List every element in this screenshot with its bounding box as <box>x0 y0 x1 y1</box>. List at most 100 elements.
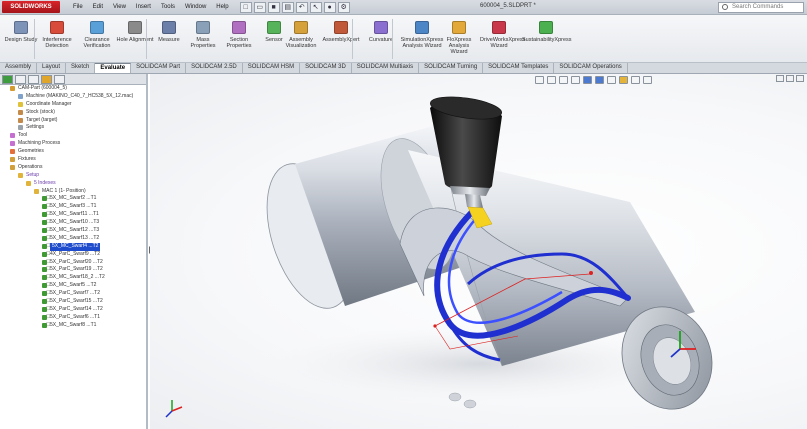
tab-solidcam-turning[interactable]: SOLIDCAM Turning <box>419 63 484 73</box>
tree-item-label: 5X_MC_Swarf10 ...T3 <box>50 219 100 226</box>
curvature-button[interactable]: Curvature <box>362 19 400 61</box>
sustain-icon <box>539 21 553 34</box>
select-icon[interactable]: ↖ <box>309 1 322 13</box>
tree-item[interactable]: Machine (MAKINO_C40_7_HC538_5X_12.mac) <box>0 93 146 101</box>
tree-item[interactable]: Fixtures <box>0 156 146 164</box>
tree-item[interactable]: 5 Indexes <box>0 180 146 188</box>
tree-item-label: Settings <box>26 124 45 131</box>
menu-help[interactable]: Help <box>211 4 233 10</box>
menu-insert[interactable]: Insert <box>131 4 156 10</box>
interference-detection-button[interactable]: Interference Detection <box>38 19 76 61</box>
tree-item-label: 5X_MC_Swarf8 ...T1 <box>50 321 97 328</box>
tree-item[interactable]: Setup <box>0 172 146 180</box>
feature-tree-tab-icon[interactable] <box>2 74 13 84</box>
graphics-viewport[interactable] <box>150 74 807 429</box>
rebuild-icon[interactable]: ● <box>323 1 336 13</box>
op-icon <box>42 283 47 289</box>
tree-item[interactable]: ☐ 5X_ParC_Swarf14 ...T2 <box>0 306 146 314</box>
tree-item-label: 5X_ParC_Swarf19 ...T2 <box>50 266 103 273</box>
tab-solidcam-2-5d[interactable]: SOLIDCAM 2.5D <box>186 63 243 73</box>
tab-solidcam-operations[interactable]: SOLIDCAM Operations <box>554 63 628 73</box>
tab-sketch[interactable]: Sketch <box>66 63 96 73</box>
assemblyxpert-button[interactable]: AssemblyXpert <box>322 19 360 61</box>
tree-item-label: 5X_ParC_Swarf7 ...T2 <box>50 290 101 297</box>
tree-item[interactable]: ☐ 5X_ParC_Swarf20 ...T2 <box>0 259 146 267</box>
save-icon[interactable]: ■ <box>267 1 280 13</box>
tree-item[interactable]: CAM-Part (600004_5) <box>0 85 146 93</box>
tree-item[interactable]: ☐ 5X_MC_Swarf12 ...T3 <box>0 227 146 235</box>
tree-item[interactable]: Target (target) <box>0 117 146 125</box>
hole-alignment-button[interactable]: Hole Alignment <box>116 19 154 61</box>
tree-item-label: Stock (stock) <box>26 108 55 115</box>
new-file-icon[interactable]: □ <box>239 1 252 13</box>
menu-view[interactable]: View <box>108 4 131 10</box>
clearance-verification-button[interactable]: Clearance Verification <box>78 19 116 61</box>
mass-properties-button[interactable]: Mass Properties <box>184 19 222 61</box>
stock-icon <box>18 109 23 115</box>
ribbon-button-label: DriveWorksXpress Wizard <box>480 37 526 49</box>
model-scene[interactable] <box>150 74 807 429</box>
tree-item[interactable]: Settings <box>0 124 146 132</box>
tree-item[interactable]: ☐ 4X_ParC_Swarf9 ...T2 <box>0 251 146 259</box>
tree-item-label: 5X_MC_Swarf4 ...T2 <box>50 242 101 251</box>
tree-item[interactable]: Machining Process <box>0 140 146 148</box>
open-file-icon[interactable]: ▭ <box>253 1 266 13</box>
undo-icon[interactable]: ↶ <box>295 1 308 13</box>
menu-tools[interactable]: Tools <box>156 4 180 10</box>
tab-evaluate[interactable]: Evaluate <box>95 63 132 73</box>
display-tab-icon[interactable] <box>54 74 65 84</box>
property-tab-icon[interactable] <box>15 74 26 84</box>
tree-item[interactable]: Operations <box>0 164 146 172</box>
tree-item[interactable]: ☐ 5X_MC_Swarf2 ...T1 <box>0 195 146 203</box>
menu-window[interactable]: Window <box>180 4 211 10</box>
tree-item[interactable]: ☐ 5X_MC_Swarf5 ...T2 <box>0 282 146 290</box>
tree-item[interactable]: Coordinate Manager <box>0 101 146 109</box>
tree-item[interactable]: ☐ 5X_MC_Swarf10 ...T3 <box>0 219 146 227</box>
tab-solidcam-part[interactable]: SOLIDCAM Part <box>131 63 187 73</box>
driveworksxpress-wizard-button[interactable]: DriveWorksXpress Wizard <box>480 19 526 61</box>
tab-solidcam-templates[interactable]: SOLIDCAM Templates <box>483 63 555 73</box>
floxpress-analysis-wizard-button[interactable]: FloXpress Analysis Wizard <box>440 19 478 61</box>
tree-item[interactable]: Geometries <box>0 148 146 156</box>
tree-item[interactable]: ☐ 5X_ParC_Swarf6 ...T1 <box>0 314 146 322</box>
menu-file[interactable]: File <box>68 4 88 10</box>
ribbon-button-label: SimulationXpress Analysis Wizard <box>400 37 444 49</box>
tree-item[interactable]: MAC 1 (1- Position) <box>0 188 146 196</box>
sustainabilityxpress-button[interactable]: SustainabilityXpress <box>522 19 572 61</box>
options-icon[interactable]: ⚙ <box>337 1 350 13</box>
search-commands-input[interactable]: Search Commands <box>718 2 804 13</box>
tab-solidcam-hsm[interactable]: SOLIDCAM HSM <box>243 63 301 73</box>
measure-button[interactable]: Measure <box>150 19 188 61</box>
tab-assembly[interactable]: Assembly <box>0 63 38 73</box>
solidworks-logo[interactable]: SOLIDWORKS <box>2 1 60 13</box>
simulationxpress-analysis-wizard-button[interactable]: SimulationXpress Analysis Wizard <box>398 19 446 61</box>
tree-item[interactable]: ☐ 5X_MC_Swarf8 ...T1 <box>0 322 146 330</box>
tree-item[interactable]: ☐ 5X_MC_Swarf18_2 ...T2 <box>0 274 146 282</box>
tree-item-label: 4X_ParC_Swarf9 ...T2 <box>50 250 101 257</box>
tab-layout[interactable]: Layout <box>37 63 67 73</box>
config-tab-icon[interactable] <box>28 74 39 84</box>
section-properties-button[interactable]: Section Properties <box>220 19 258 61</box>
tree-item[interactable]: ☐ 5X_ParC_Swarf7 ...T2 <box>0 290 146 298</box>
tree-item[interactable]: ☐ 5X_MC_Swarf11 ...T1 <box>0 211 146 219</box>
tree-item[interactable]: ☐ 5X_MC_Swarf4 ...T2 <box>0 242 146 251</box>
op-icon <box>42 235 47 241</box>
tree-item-label: 5X_MC_Swarf18_2 ...T2 <box>50 274 105 281</box>
tree-item-label: MAC 1 (1- Position) <box>42 187 86 194</box>
tree-item[interactable]: Tool <box>0 132 146 140</box>
tab-solidcam-3d[interactable]: SOLIDCAM 3D <box>300 63 352 73</box>
solidcam-tab-icon[interactable] <box>41 74 52 84</box>
tree-item[interactable]: ☐ 5X_ParC_Swarf15 ...T2 <box>0 298 146 306</box>
tree-item[interactable]: Stock (stock) <box>0 109 146 117</box>
tree-item[interactable]: ☐ 5X_MC_Swarf13 ...T2 <box>0 235 146 243</box>
tree-item-label: Setup <box>26 171 40 178</box>
print-icon[interactable]: ▤ <box>281 1 294 13</box>
tab-solidcam-multiaxis[interactable]: SOLIDCAM Multiaxis <box>352 63 420 73</box>
tree-item[interactable]: ☐ 5X_ParC_Swarf19 ...T2 <box>0 266 146 274</box>
menu-edit[interactable]: Edit <box>88 4 108 10</box>
assembly-visualization-button[interactable]: Assembly Visualization <box>282 19 320 61</box>
tree-item[interactable]: ☐ 5X_MC_Swarf3 ...T1 <box>0 203 146 211</box>
tree-item-label: Coordinate Manager <box>26 100 72 107</box>
cam-tree: CAM-Part (600004_5) Machine (MAKINO_C40_7… <box>0 85 146 330</box>
solidworks-window: SOLIDWORKS File Edit View Insert Tools Window… <box>0 0 807 429</box>
